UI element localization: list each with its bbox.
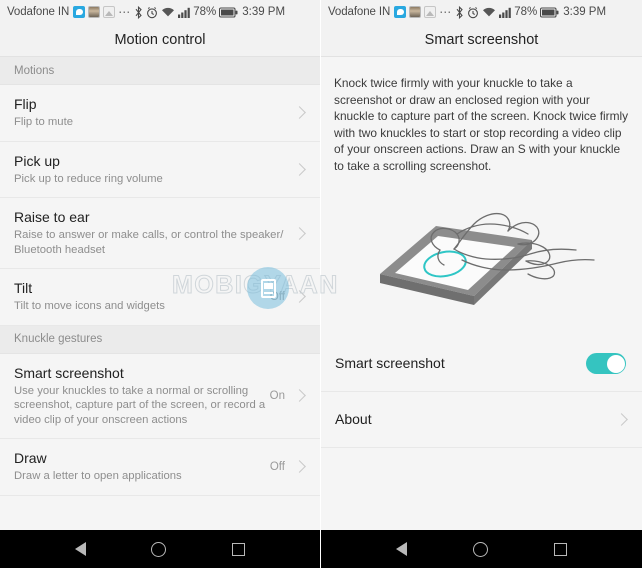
row-title: Tilt [14, 280, 33, 296]
settings-row-draw[interactable]: Draw Draw a letter to open applications … [0, 439, 320, 496]
chevron-right-icon [293, 162, 306, 176]
more-dots-icon: ⋯ [118, 5, 132, 19]
row-texts: Smart screenshot [335, 355, 586, 372]
photo-icon [103, 6, 116, 18]
back-button-icon[interactable] [74, 542, 86, 556]
navigation-bar-right [321, 530, 642, 568]
smart-screenshot-toggle[interactable] [586, 353, 626, 374]
row-title: Draw [14, 450, 47, 466]
status-bar-right: Vodafone IN ⋯ 78% 3:39 PM [321, 0, 642, 24]
status-icons-group: ⋯ [73, 5, 191, 19]
chevron-right-icon [293, 389, 306, 403]
page-title: Motion control [114, 32, 206, 48]
recents-button-icon[interactable] [232, 542, 246, 556]
carrier-label: Vodafone IN [7, 6, 70, 18]
row-texts: Tilt Tilt to move icons and widgets [14, 280, 270, 314]
chevron-right-icon [293, 226, 306, 240]
title-bar-right: Smart screenshot [321, 24, 642, 57]
row-value: On [269, 389, 285, 402]
row-title: Pick up [14, 152, 60, 169]
row-title: Raise to ear [14, 209, 90, 225]
wifi-icon [482, 7, 496, 18]
chevron-right-icon [293, 106, 306, 120]
page-title: Smart screenshot [424, 32, 539, 48]
app-icon [409, 6, 422, 18]
settings-list-motion-control: Motions Flip Flip to mute Pick up Pick u… [0, 57, 320, 530]
status-bar-left: Vodafone IN ⋯ 78% 3:39 PM [0, 0, 320, 24]
signal-icon [178, 7, 191, 18]
app-icon [88, 6, 101, 18]
row-subtitle: Use your knuckles to take a normal or sc… [14, 384, 266, 426]
row-texts: Draw Draw a letter to open applications [14, 450, 270, 484]
clock-label: 3:39 PM [563, 6, 607, 18]
settings-row-pick-up[interactable]: Pick up Pick up to reduce ring volume [0, 141, 320, 198]
message-icon [73, 6, 86, 18]
bluetooth-icon [134, 5, 143, 19]
dual-screenshot-container: Vodafone IN ⋯ 78% 3:39 PM Motion control… [0, 0, 642, 568]
settings-row-flip[interactable]: Flip Flip to mute [0, 85, 320, 142]
back-button-icon[interactable] [396, 542, 407, 556]
row-subtitle: Flip to mute [14, 116, 74, 128]
chevron-right-icon [293, 460, 306, 474]
home-button-icon[interactable] [473, 541, 488, 557]
bluetooth-icon [455, 5, 464, 19]
alarm-icon [467, 6, 479, 19]
row-subtitle: Tilt to move icons and widgets [14, 300, 165, 312]
wifi-icon [161, 7, 175, 18]
row-title: Smart screenshot [335, 355, 445, 371]
carrier-label: Vodafone IN [328, 6, 391, 18]
right-phone-screen: Vodafone IN ⋯ 78% 3:39 PM Smart screensh… [321, 0, 642, 568]
signal-icon [499, 7, 512, 18]
smart-screenshot-detail: Knock twice firmly with your knuckle to … [321, 57, 642, 530]
row-subtitle: Pick up to reduce ring volume [14, 172, 163, 185]
row-texts: Raise to ear Raise to answer or make cal… [14, 209, 285, 257]
clock-label: 3:39 PM [242, 6, 286, 18]
home-button-icon[interactable] [151, 541, 167, 557]
message-icon [394, 6, 407, 18]
settings-row-smart-screenshot-toggle[interactable]: Smart screenshot [321, 336, 642, 392]
row-texts: Flip Flip to mute [14, 96, 285, 130]
battery-icon [219, 6, 238, 18]
left-phone-screen: Vodafone IN ⋯ 78% 3:39 PM Motion control… [0, 0, 321, 568]
battery-percent-label: 78% [193, 6, 217, 18]
title-bar-left: Motion control [0, 24, 320, 57]
section-header-knuckle-gestures: Knuckle gestures [0, 325, 320, 354]
battery-percent-label: 78% [514, 6, 538, 18]
settings-row-raise-to-ear[interactable]: Raise to ear Raise to answer or make cal… [0, 198, 320, 269]
chevron-right-icon [615, 413, 628, 426]
row-value: Off [269, 460, 285, 473]
row-value: Off [269, 290, 285, 303]
row-title: Smart screenshot [14, 364, 124, 381]
row-texts: Smart screenshot Use your knuckles to ta… [14, 365, 270, 428]
row-subtitle: Raise to answer or make calls, or contro… [14, 229, 284, 256]
row-texts: Pick up Pick up to reduce ring volume [14, 153, 285, 187]
toggle-knob [606, 354, 625, 373]
recents-button-icon[interactable] [554, 542, 567, 556]
hand-knuckle-tapping-phone-illustration [321, 188, 642, 336]
more-dots-icon: ⋯ [439, 5, 453, 19]
row-title: About [335, 411, 372, 427]
navigation-bar-left [0, 530, 320, 568]
status-icons-group: ⋯ [394, 5, 512, 19]
settings-row-tilt[interactable]: Tilt Tilt to move icons and widgets Off [0, 269, 320, 326]
chevron-right-icon [293, 290, 306, 304]
section-header-motions: Motions [0, 57, 320, 85]
row-title: Flip [14, 96, 37, 112]
settings-row-about[interactable]: About [321, 392, 642, 448]
row-texts: About [335, 411, 617, 428]
battery-icon [540, 6, 559, 18]
alarm-icon [146, 6, 158, 19]
description-text: Knock twice firmly with your knuckle to … [321, 57, 642, 188]
settings-row-smart-screenshot[interactable]: Smart screenshot Use your knuckles to ta… [0, 353, 320, 439]
row-subtitle: Draw a letter to open applications [14, 470, 182, 482]
photo-icon [424, 6, 437, 18]
